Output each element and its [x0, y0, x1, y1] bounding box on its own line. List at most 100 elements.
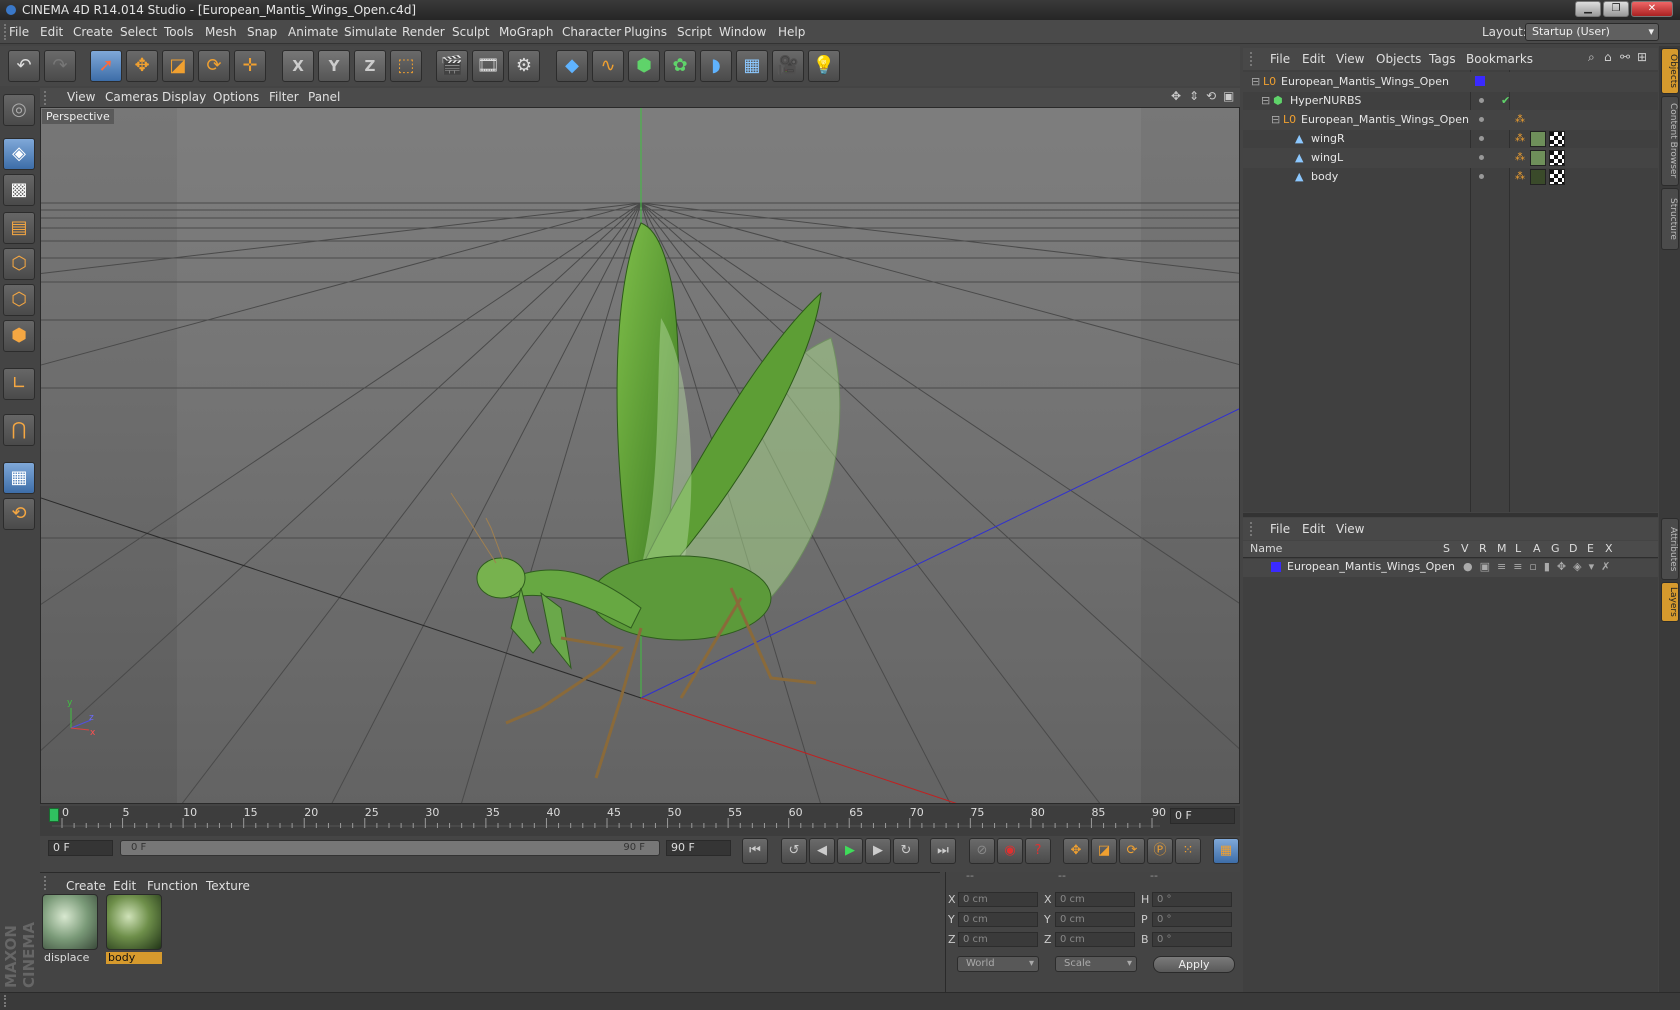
size-x-field[interactable]: 0 cm — [1055, 892, 1135, 907]
object-row[interactable]: ⊟ ⬢ HyperNURBS ✔ — [1243, 91, 1658, 111]
object-row[interactable]: ▲ wingL ⁂ — [1243, 148, 1658, 168]
menu-animate[interactable]: Animate — [288, 25, 338, 39]
viewport-menu-options[interactable]: Options — [213, 90, 259, 104]
perspective-viewport[interactable]: y z x — [40, 107, 1240, 804]
layer-col-s[interactable]: S — [1443, 542, 1450, 555]
snapping-button[interactable]: ⋂ — [3, 414, 35, 446]
material-tag-icon[interactable] — [1530, 150, 1546, 166]
phong-tag-icon[interactable]: ⁂ — [1515, 167, 1525, 187]
next-frame-button[interactable]: ▶ — [865, 838, 891, 864]
layer-color-tag[interactable] — [1475, 76, 1485, 86]
cube-object-button[interactable]: ◆ — [556, 50, 588, 82]
playhead-marker[interactable] — [49, 808, 59, 822]
edges-mode-button[interactable]: ⬡ — [3, 284, 35, 316]
collapse-icon[interactable]: ⊟ — [1271, 110, 1280, 130]
visibility-dot[interactable] — [1479, 174, 1484, 179]
render-picture-viewer-button[interactable]: 🎞 — [472, 50, 504, 82]
go-to-next-key-button[interactable]: ↻ — [893, 838, 919, 864]
object-row[interactable]: ▲ body ⁂ — [1243, 167, 1658, 187]
tab-structure[interactable]: Structure — [1661, 188, 1679, 250]
position-z-field[interactable]: 0 cm — [958, 932, 1038, 947]
workplane-mode-button[interactable]: ▤ — [3, 212, 35, 244]
menu-snap[interactable]: Snap — [247, 25, 277, 39]
deformer-button[interactable]: ◗ — [700, 50, 732, 82]
menu-edit[interactable]: Edit — [40, 25, 63, 39]
workplane-rotate-button[interactable]: ⟲ — [3, 498, 35, 530]
play-button[interactable]: ▶ — [837, 838, 863, 864]
rotation-h-field[interactable]: 0 ° — [1152, 892, 1232, 907]
viewport-menu-view[interactable]: View — [67, 90, 95, 104]
polygons-mode-button[interactable]: ⬢ — [3, 320, 35, 352]
viewport-dolly-icon[interactable]: ⇕ — [1189, 89, 1199, 103]
apply-button[interactable]: Apply — [1153, 956, 1235, 973]
layout-select[interactable]: Startup (User) ▾ — [1525, 23, 1659, 41]
viewport-pan-icon[interactable]: ✥ — [1171, 89, 1181, 103]
layer-col-d[interactable]: D — [1569, 542, 1577, 555]
scale-tool-button[interactable]: ◪ — [162, 50, 194, 82]
menu-tools[interactable]: Tools — [164, 25, 194, 39]
floor-object-button[interactable]: ▦ — [736, 50, 768, 82]
position-x-field[interactable]: 0 cm — [958, 892, 1038, 907]
collapse-icon[interactable]: ⊟ — [1261, 91, 1270, 111]
light-object-button[interactable]: 💡 — [808, 50, 840, 82]
recent-tools-button[interactable]: ✛ — [234, 50, 266, 82]
make-editable-button[interactable]: ◎ — [3, 94, 35, 126]
go-to-start-button[interactable]: ⏮ — [742, 838, 768, 864]
menu-plugins[interactable]: Plugins — [624, 25, 667, 39]
lock-x-axis-button[interactable]: X — [282, 50, 314, 82]
viewport-maximize-icon[interactable]: ▣ — [1223, 89, 1234, 103]
material-menu-function[interactable]: Function — [147, 879, 198, 893]
close-button[interactable]: ✕ — [1631, 1, 1673, 17]
object-row[interactable]: ⊟ L0 European_Mantis_Wings_Open — [1243, 72, 1658, 92]
material-menu-texture[interactable]: Texture — [206, 879, 250, 893]
menu-select[interactable]: Select — [120, 25, 157, 39]
new-window-icon[interactable]: ⊞ — [1637, 50, 1647, 64]
camera-object-button[interactable]: 🎥 — [772, 50, 804, 82]
object-row[interactable]: ▲ wingR ⁂ — [1243, 129, 1658, 149]
go-to-end-button[interactable]: ⏭ — [930, 838, 956, 864]
undo-button[interactable]: ↶ — [8, 50, 40, 82]
viewport-menu-filter[interactable]: Filter — [269, 90, 299, 104]
workplane-lock-button[interactable]: ▦ — [3, 462, 35, 494]
record-active-objects-button[interactable]: ⊘ — [969, 838, 995, 864]
record-position-button[interactable]: ✥ — [1063, 838, 1089, 864]
object-menu-objects[interactable]: Objects — [1376, 52, 1421, 66]
tab-content-browser[interactable]: Content Browser — [1661, 96, 1679, 186]
material-menu-create[interactable]: Create — [66, 879, 106, 893]
collapse-icon[interactable]: ⊟ — [1251, 72, 1260, 92]
object-menu-file[interactable]: File — [1270, 52, 1290, 66]
uvw-tag-icon[interactable] — [1549, 131, 1565, 147]
points-mode-button[interactable]: ⬡ — [3, 248, 35, 280]
move-tool-button[interactable]: ✥ — [126, 50, 158, 82]
search-icon[interactable]: ⌕ — [1588, 50, 1595, 65]
coordinate-space-select[interactable]: World ▾ — [957, 956, 1039, 972]
phong-tag-icon[interactable]: ⁂ — [1515, 110, 1525, 130]
rotation-b-field[interactable]: 0 ° — [1152, 932, 1232, 947]
menu-mesh[interactable]: Mesh — [205, 25, 237, 39]
lock-z-axis-button[interactable]: Z — [354, 50, 386, 82]
material-tag-icon[interactable] — [1530, 169, 1546, 185]
end-frame-field[interactable]: 90 F — [666, 840, 731, 856]
axis-mode-button[interactable]: ∟ — [3, 368, 35, 400]
layer-col-m[interactable]: M — [1497, 542, 1507, 555]
array-generator-button[interactable]: ✿ — [664, 50, 696, 82]
layer-col-x[interactable]: X — [1605, 542, 1613, 555]
current-frame-field[interactable]: 0 F — [1170, 808, 1235, 824]
viewport-rotate-icon[interactable]: ⟲ — [1206, 89, 1216, 103]
maximize-button[interactable]: ❐ — [1603, 1, 1629, 17]
phong-tag-icon[interactable]: ⁂ — [1515, 129, 1525, 149]
timeline-window-button[interactable]: ▦ — [1213, 838, 1239, 864]
menu-script[interactable]: Script — [677, 25, 712, 39]
lock-y-axis-button[interactable]: Y — [318, 50, 350, 82]
autokeying-button[interactable]: ◉ — [997, 838, 1023, 864]
tab-attributes[interactable]: Attributes — [1661, 518, 1679, 580]
viewport-menu-display[interactable]: Display — [162, 90, 206, 104]
home-icon[interactable]: ⌂ — [1604, 50, 1612, 64]
layer-col-r[interactable]: R — [1479, 542, 1487, 555]
material-menu-edit[interactable]: Edit — [113, 879, 136, 893]
menu-sculpt[interactable]: Sculpt — [452, 25, 489, 39]
menu-render[interactable]: Render — [402, 25, 445, 39]
timeline-ruler[interactable] — [40, 806, 1240, 836]
preview-range-slider[interactable]: 0 F 90 F — [120, 840, 660, 856]
size-y-field[interactable]: 0 cm — [1055, 912, 1135, 927]
